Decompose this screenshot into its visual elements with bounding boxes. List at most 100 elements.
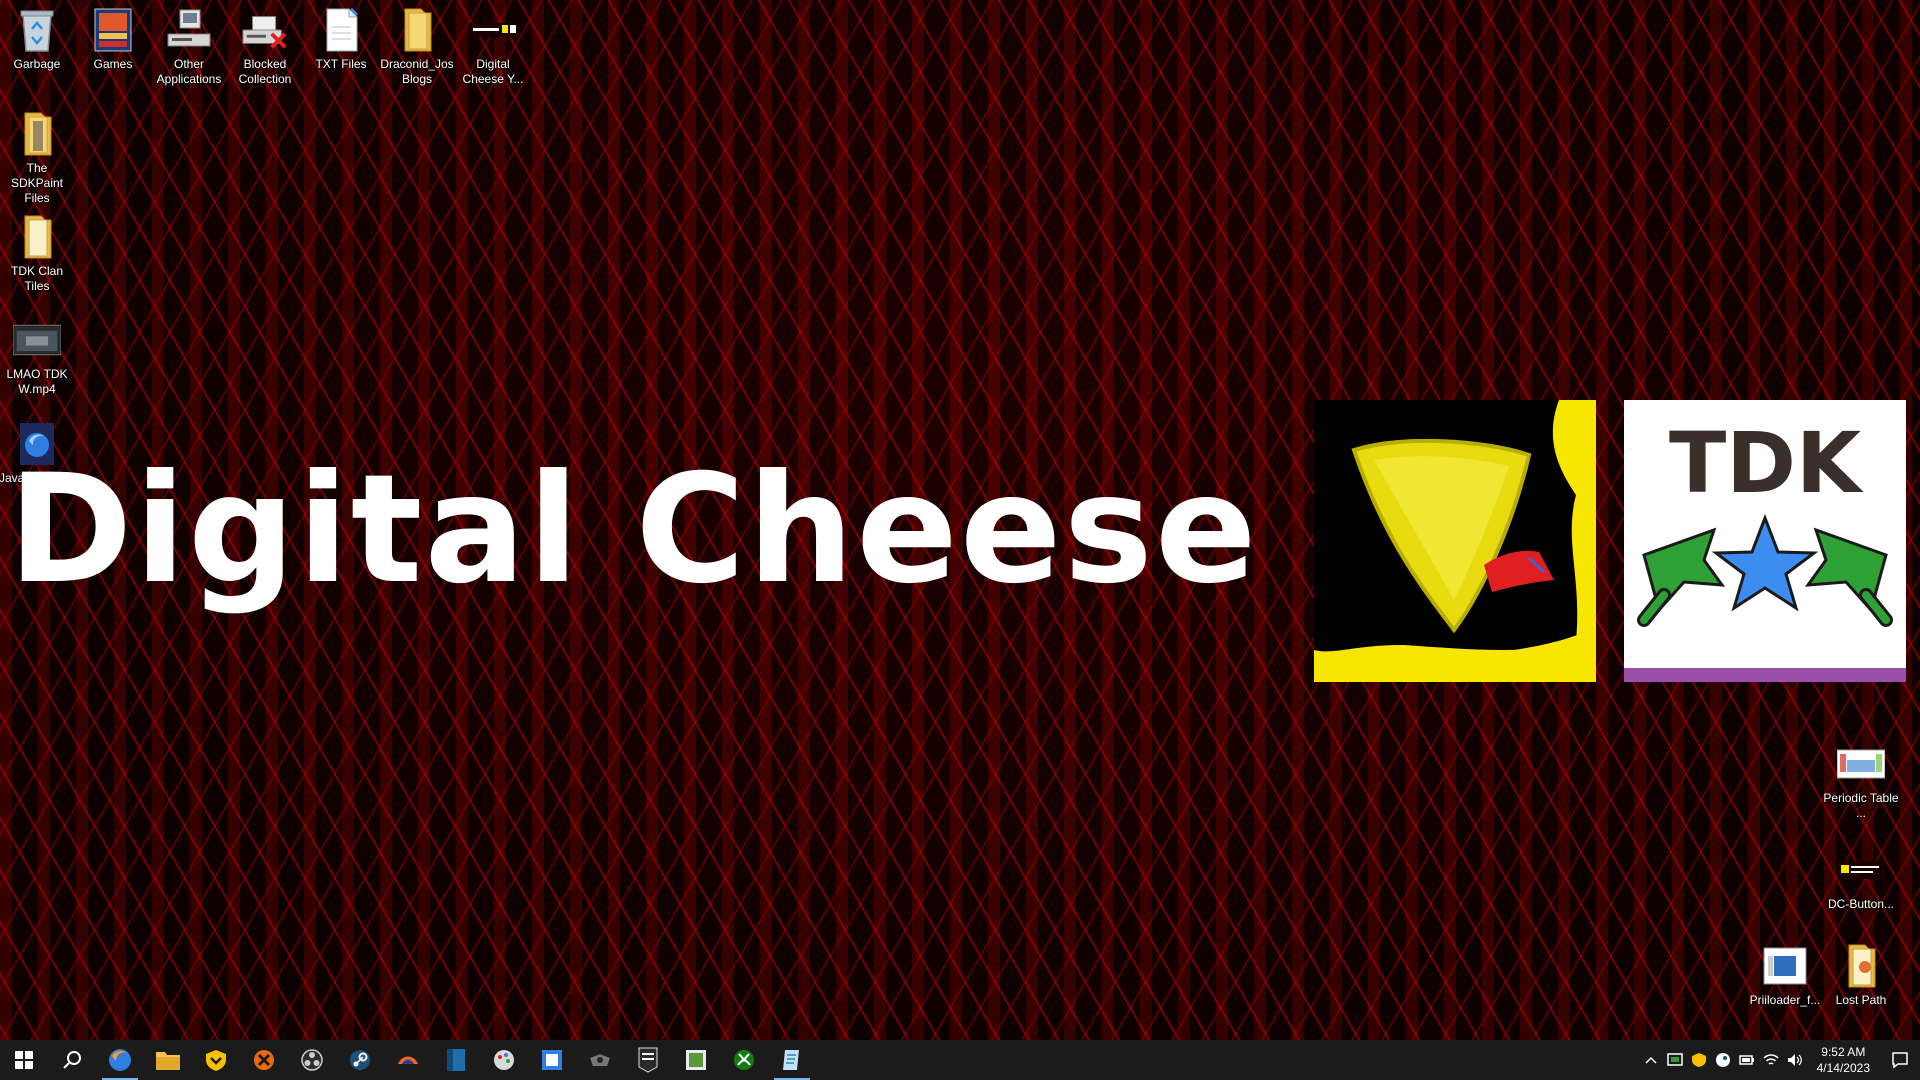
desktop-icon-lost-path[interactable]: Lost Path [1823, 942, 1899, 1008]
icon-label: Draconid_Jos Blogs [380, 57, 454, 86]
taskbar-game-app[interactable] [576, 1040, 624, 1080]
taskbar-steam[interactable] [336, 1040, 384, 1080]
taskbar: 9:52 AM 4/14/2023 [0, 1040, 1920, 1080]
tray-app-1[interactable] [1663, 1040, 1687, 1080]
icon-label: Priiloader_f... [1749, 993, 1821, 1007]
image-thumbnail-icon [1761, 942, 1809, 990]
icon-label: TDK Clan Tiles [10, 264, 63, 293]
shield-icon [206, 1050, 226, 1071]
icon-label: Garbage [13, 57, 61, 71]
blocked-drive-icon [241, 6, 289, 54]
image-thumbnail-icon [1837, 846, 1885, 894]
desktop-icon-sdkpaint-files[interactable]: The SDKPaint Files [0, 110, 75, 206]
file-explorer-icon [156, 1052, 180, 1070]
taskbar-paint-app[interactable] [480, 1040, 528, 1080]
video-file-icon [13, 316, 61, 364]
taskbar-shield-app[interactable] [192, 1040, 240, 1080]
image-thumbnail-icon [469, 6, 517, 54]
battery-indicator[interactable] [1735, 1040, 1759, 1080]
icon-label: TXT Files [315, 57, 367, 71]
tdk-logo-bar [1624, 668, 1906, 682]
clock[interactable]: 9:52 AM 4/14/2023 [1807, 1044, 1880, 1076]
taskbar-minecraft[interactable] [672, 1040, 720, 1080]
icon-label: Digital Cheese Y... [462, 57, 524, 86]
firefox-icon [109, 1049, 131, 1071]
clock-date: 4/14/2023 [1816, 1061, 1870, 1075]
wifi-icon [1763, 1054, 1779, 1065]
folder-icon [13, 213, 61, 261]
taskbar-origin[interactable] [384, 1040, 432, 1080]
paint-icon [494, 1050, 514, 1070]
battery-icon [1738, 1055, 1754, 1065]
desktop-icon-other-applications[interactable]: Other Applications [151, 6, 227, 87]
taskbar-obs[interactable] [288, 1040, 336, 1080]
tray-app-2[interactable] [1687, 1040, 1711, 1080]
tdk-logo: TDK [1624, 400, 1906, 682]
show-hidden-icons-button[interactable] [1639, 1040, 1663, 1080]
desktop-icon-tdk-clan-tiles[interactable]: TDK Clan Tiles [0, 213, 75, 294]
steam-icon [350, 1050, 370, 1070]
windows-icon [15, 1051, 33, 1069]
taskbar-blue-app[interactable] [432, 1040, 480, 1080]
screen-capture-icon [1666, 1053, 1683, 1066]
icon-label: Other Applications [156, 57, 222, 86]
taskbar-epic-games[interactable] [624, 1040, 672, 1080]
obs-icon [301, 1049, 323, 1071]
icon-label: Games [93, 57, 133, 71]
desktop-icon-periodic-table[interactable]: Periodic Table ... [1823, 740, 1899, 821]
tray-app-3[interactable] [1711, 1040, 1735, 1080]
desktop-icon-blocked-collection[interactable]: Blocked Collection [227, 6, 303, 87]
speaker-icon [1787, 1054, 1802, 1066]
desktop-icon-txt-files[interactable]: TXT Files [303, 6, 379, 72]
box-app-icon [542, 1050, 562, 1070]
network-indicator[interactable] [1759, 1040, 1783, 1080]
taskbar-x-app[interactable] [240, 1040, 288, 1080]
taskbar-box-app[interactable] [528, 1040, 576, 1080]
volume-indicator[interactable] [1783, 1040, 1807, 1080]
games-icon [89, 6, 137, 54]
tdk-stars-icon [1637, 513, 1893, 627]
taskbar-xbox[interactable] [720, 1040, 768, 1080]
icon-label: The SDKPaint Files [10, 161, 64, 205]
folder-icon [1837, 942, 1885, 990]
icon-label: Periodic Table ... [1823, 791, 1899, 820]
recycle-bin-icon [13, 6, 61, 54]
epic-games-icon [638, 1047, 658, 1073]
search-button[interactable] [48, 1040, 96, 1080]
tdk-logo-text: TDK [1668, 414, 1862, 512]
folder-icon [393, 6, 441, 54]
taskbar-notepad[interactable] [768, 1040, 816, 1080]
origin-icon [398, 1056, 418, 1064]
icon-label: DC-Button... [1827, 897, 1895, 911]
start-button[interactable] [0, 1040, 48, 1080]
blue-bar-icon [447, 1049, 465, 1071]
desktop-icon-draconid-jos-blogs[interactable]: Draconid_Jos Blogs [379, 6, 455, 87]
search-icon [63, 1051, 81, 1069]
action-center-button[interactable] [1880, 1040, 1920, 1080]
xbox-icon [734, 1050, 754, 1070]
x-app-icon [254, 1050, 274, 1070]
image-thumbnail-icon [1837, 740, 1885, 788]
shield-tray-icon [1691, 1053, 1706, 1067]
game-controller-icon [590, 1054, 610, 1066]
text-document-icon [317, 6, 365, 54]
desktop-icon-garbage[interactable]: Garbage [0, 6, 75, 72]
minecraft-icon [686, 1050, 706, 1070]
desktop[interactable]: Garbage Games Other Applications Blocked… [0, 0, 1920, 1040]
desktop-icon-digital-cheese[interactable]: Digital Cheese Y... [455, 6, 531, 87]
desktop-icon-dc-button[interactable]: DC-Button... [1823, 846, 1899, 912]
system-tray: 9:52 AM 4/14/2023 [1639, 1040, 1920, 1080]
icon-label: Blocked Collection [238, 57, 292, 86]
taskbar-firefox[interactable] [96, 1040, 144, 1080]
desktop-icon-games[interactable]: Games [75, 6, 151, 72]
wallpaper-title: Digital Cheese [8, 443, 1259, 617]
notepad-icon [783, 1050, 799, 1070]
desktop-icon-lmao-tdk-video[interactable]: LMAO TDK W.mp4 [0, 316, 75, 397]
desktop-icon-priiloader[interactable]: Priiloader_f... [1747, 942, 1823, 1008]
taskbar-file-explorer[interactable] [144, 1040, 192, 1080]
icon-label: LMAO TDK W.mp4 [6, 367, 68, 396]
chevron-up-icon [1645, 1056, 1657, 1064]
clock-time: 9:52 AM [1821, 1045, 1866, 1059]
cheese-logo [1314, 400, 1596, 682]
icon-label: Lost Path [1835, 993, 1887, 1007]
